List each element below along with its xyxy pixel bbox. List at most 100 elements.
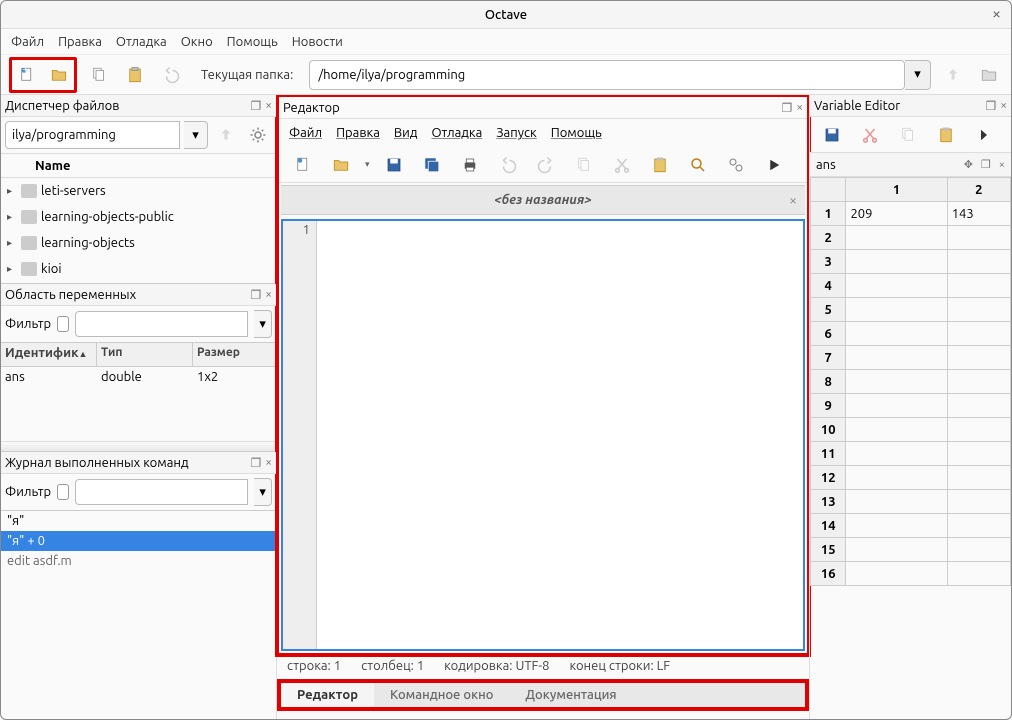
grid-row-header[interactable]: 16: [811, 562, 846, 586]
ve-close-icon[interactable]: ×: [1000, 99, 1007, 112]
ws-filter-dropdown[interactable]: ▾: [254, 310, 272, 338]
ed-find-icon[interactable]: [684, 151, 712, 179]
file-row[interactable]: ▸leti-servers: [1, 178, 276, 204]
ed-menu-file[interactable]: Файл: [289, 126, 322, 140]
grid-cell[interactable]: [947, 442, 1010, 466]
ve-tab-close-icon[interactable]: ×: [999, 159, 1005, 171]
ve-copy-icon[interactable]: [894, 121, 922, 149]
fm-up-icon[interactable]: [212, 121, 240, 149]
grid-cell[interactable]: [947, 370, 1010, 394]
menu-news[interactable]: Новости: [292, 35, 343, 49]
fm-close-icon[interactable]: ×: [265, 99, 272, 112]
ed-saveall-icon[interactable]: [418, 151, 446, 179]
grid-row-header[interactable]: 15: [811, 538, 846, 562]
grid-cell[interactable]: [846, 298, 947, 322]
fm-gear-icon[interactable]: [244, 121, 272, 149]
ve-more-icon[interactable]: [970, 121, 998, 149]
grid-cell[interactable]: [846, 226, 947, 250]
ve-paste-icon[interactable]: [932, 121, 960, 149]
ed-menu-run[interactable]: Запуск: [496, 126, 536, 140]
ed-save-icon[interactable]: [380, 151, 408, 179]
file-row[interactable]: ▸learning-objects: [1, 230, 276, 256]
ws-col-id[interactable]: Идентифик▲: [1, 343, 97, 366]
file-list-header-name[interactable]: Name: [1, 154, 276, 178]
grid-row-header[interactable]: 2: [811, 226, 846, 250]
fm-undock-icon[interactable]: ❐: [250, 99, 261, 113]
ed-menu-view[interactable]: Вид: [394, 126, 418, 140]
grid-cell[interactable]: [947, 466, 1010, 490]
grid-row-header[interactable]: 7: [811, 346, 846, 370]
grid-cell[interactable]: [846, 370, 947, 394]
ve-save-icon[interactable]: [818, 121, 846, 149]
grid-cell[interactable]: [846, 418, 947, 442]
grid-cell[interactable]: [846, 322, 947, 346]
ed-run-icon[interactable]: [760, 151, 788, 179]
copy-button[interactable]: [85, 61, 113, 89]
ed-undo-icon[interactable]: [494, 151, 522, 179]
grid-cell[interactable]: [846, 514, 947, 538]
ve-tab-undock-icon[interactable]: ❐: [981, 158, 991, 171]
ws-filter-input[interactable]: [75, 311, 248, 337]
hist-close-icon[interactable]: ×: [265, 456, 272, 469]
history-item[interactable]: edit asdf.m: [1, 551, 276, 571]
ws-scrollbar[interactable]: [1, 441, 276, 451]
hist-filter-input[interactable]: [75, 479, 248, 505]
menu-debug[interactable]: Отладка: [116, 35, 167, 49]
fm-path-dropdown[interactable]: ▾: [184, 121, 208, 149]
ws-filter-checkbox[interactable]: [57, 316, 69, 332]
ed-open-icon[interactable]: [327, 151, 355, 179]
editor-code[interactable]: [317, 221, 803, 649]
grid-cell[interactable]: [947, 250, 1010, 274]
ed-settings-icon[interactable]: [722, 151, 750, 179]
ve-cut-icon[interactable]: [856, 121, 884, 149]
grid-cell[interactable]: [846, 466, 947, 490]
fm-path-combo[interactable]: ilya/programming: [5, 121, 180, 149]
editor-code-area[interactable]: 1: [281, 219, 805, 651]
ed-redo-icon[interactable]: [532, 151, 560, 179]
tab-documentation[interactable]: Документация: [509, 683, 632, 707]
ed-copy-icon[interactable]: [570, 151, 598, 179]
menu-help[interactable]: Помощь: [227, 35, 278, 49]
undo-button[interactable]: [157, 61, 185, 89]
paste-button[interactable]: [121, 61, 149, 89]
grid-row-header[interactable]: 12: [811, 466, 846, 490]
ed-paste-icon[interactable]: [646, 151, 674, 179]
expand-icon[interactable]: ▸: [7, 185, 17, 197]
grid-cell[interactable]: [846, 346, 947, 370]
grid-cell[interactable]: 209: [846, 202, 947, 226]
grid-row-header[interactable]: 5: [811, 298, 846, 322]
grid-row-header[interactable]: 10: [811, 418, 846, 442]
ed-menu-edit[interactable]: Правка: [336, 126, 380, 140]
ed-menu-debug[interactable]: Отладка: [431, 126, 482, 140]
grid-row-header[interactable]: 6: [811, 322, 846, 346]
grid-row-header[interactable]: 9: [811, 394, 846, 418]
grid-cell[interactable]: [846, 442, 947, 466]
grid-cell[interactable]: [947, 418, 1010, 442]
new-script-button[interactable]: +: [13, 61, 41, 89]
ed-print-icon[interactable]: [456, 151, 484, 179]
ws-close-icon[interactable]: ×: [265, 288, 272, 301]
ve-tab[interactable]: ans: [816, 158, 836, 172]
grid-cell[interactable]: [947, 490, 1010, 514]
grid-row-header[interactable]: 11: [811, 442, 846, 466]
ws-col-type[interactable]: Тип: [97, 343, 193, 366]
ws-col-size[interactable]: Размер: [193, 343, 276, 366]
hist-filter-checkbox[interactable]: [57, 484, 69, 500]
grid-cell[interactable]: [947, 562, 1010, 586]
grid-row-header[interactable]: 3: [811, 250, 846, 274]
menu-file[interactable]: Файл: [11, 35, 44, 49]
grid-cell[interactable]: [846, 274, 947, 298]
grid-cell[interactable]: [846, 250, 947, 274]
ed-cut-icon[interactable]: [608, 151, 636, 179]
ve-tab-move-icon[interactable]: ✥: [964, 158, 973, 171]
window-close-button[interactable]: ×: [992, 5, 1001, 23]
grid-col-header[interactable]: 1: [846, 178, 947, 202]
workspace-row[interactable]: ans double 1x2: [1, 367, 276, 391]
open-folder-button[interactable]: [45, 61, 73, 89]
ed-menu-help[interactable]: Помощь: [551, 126, 602, 140]
ed-open-dropdown[interactable]: ▾: [365, 159, 370, 170]
grid-cell[interactable]: [947, 538, 1010, 562]
grid-cell[interactable]: [947, 274, 1010, 298]
grid-cell[interactable]: 143: [947, 202, 1010, 226]
ws-undock-icon[interactable]: ❐: [250, 288, 261, 302]
